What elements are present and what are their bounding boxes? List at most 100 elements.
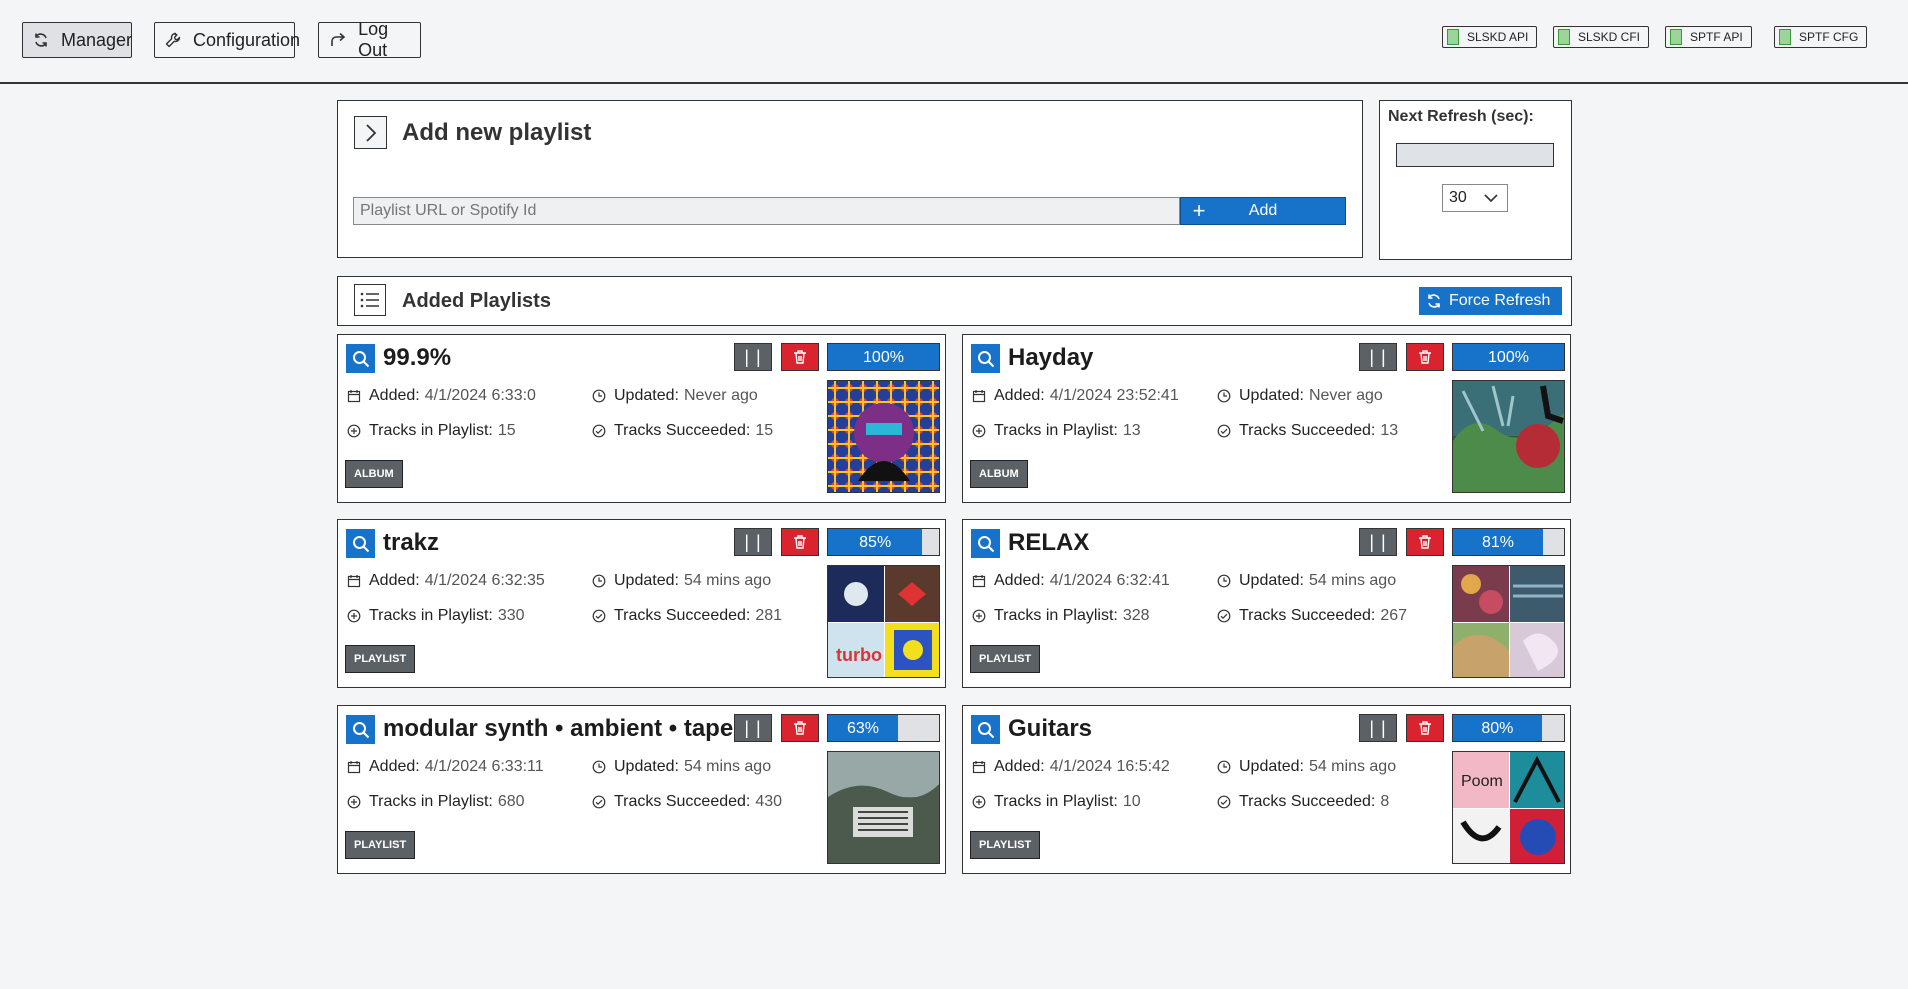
plus-circle-icon xyxy=(347,609,361,623)
tracks-meta: Tracks in Playlist: 330 xyxy=(347,607,525,625)
playlist-url-input[interactable] xyxy=(353,197,1180,225)
logout-button[interactable]: Log Out xyxy=(318,19,421,60)
trash-icon xyxy=(794,721,806,735)
status-sptf-api: SPTF API xyxy=(1665,26,1752,48)
progress-bar: 100% xyxy=(827,343,940,371)
check-circle-icon xyxy=(1217,795,1231,809)
updated-value: Never ago xyxy=(683,387,758,404)
ok-icon xyxy=(1670,29,1682,45)
refresh-progress-bar xyxy=(1396,143,1554,167)
updated-meta: Updated: Never ago xyxy=(1217,387,1383,405)
trash-icon xyxy=(1419,721,1431,735)
top-bar: Manager Configuration Log Out SLSKD API … xyxy=(0,0,1908,84)
check-circle-icon xyxy=(592,424,606,438)
added-meta: Added: 4/1/2024 6:33:0 xyxy=(347,387,536,405)
pause-button[interactable]: | | xyxy=(1359,714,1397,742)
updated-value: Never ago xyxy=(1308,387,1383,404)
ok-icon xyxy=(1779,29,1791,45)
search-button[interactable] xyxy=(346,715,375,744)
playlist-title: modular synth • ambient • tape xyxy=(383,715,734,742)
succeeded-label: Tracks Succeeded: xyxy=(1239,607,1376,624)
pause-button[interactable]: | | xyxy=(734,343,772,371)
added-meta: Added: 4/1/2024 16:5:42 xyxy=(972,758,1170,776)
search-button[interactable] xyxy=(346,344,375,373)
added-value: 4/1/2024 6:33:11 xyxy=(424,758,544,775)
delete-button[interactable] xyxy=(781,343,819,371)
delete-button[interactable] xyxy=(781,714,819,742)
status-slskd-cfg: SLSKD CFI xyxy=(1553,26,1650,48)
cover-art: turbo xyxy=(827,565,940,678)
ok-icon xyxy=(1447,29,1459,45)
playlist-card: RELAX | | 81% Added: 4/1/2024 6:32:41 Up… xyxy=(962,519,1571,688)
delete-button[interactable] xyxy=(1406,343,1444,371)
refresh-interval-select[interactable]: 30 xyxy=(1442,184,1508,212)
progress-bar: 80% xyxy=(1452,714,1565,742)
tracks-meta: Tracks in Playlist: 680 xyxy=(347,793,525,811)
progress-bar: 63% xyxy=(827,714,940,742)
cover-art: Poom xyxy=(1452,751,1565,864)
tracks-label: Tracks in Playlist: xyxy=(994,607,1118,624)
added-label: Added: xyxy=(994,758,1045,775)
plus-icon: + xyxy=(1192,198,1206,223)
delete-button[interactable] xyxy=(1406,528,1444,556)
clock-icon xyxy=(592,574,606,588)
plus-circle-icon xyxy=(347,795,361,809)
updated-meta: Updated: Never ago xyxy=(592,387,758,405)
succeeded-label: Tracks Succeeded: xyxy=(614,793,751,810)
pause-button[interactable]: | | xyxy=(1359,528,1397,556)
ok-icon xyxy=(1558,29,1570,45)
manager-button[interactable]: Manager xyxy=(22,22,132,58)
pause-button[interactable]: | | xyxy=(734,714,772,742)
succeeded-label: Tracks Succeeded: xyxy=(614,422,751,439)
status-label: SPTF CFG xyxy=(1799,30,1859,44)
added-value: 4/1/2024 6:32:41 xyxy=(1049,572,1170,589)
trash-icon xyxy=(1419,535,1431,549)
updated-label: Updated: xyxy=(614,572,679,589)
pause-button[interactable]: | | xyxy=(734,528,772,556)
tracks-label: Tracks in Playlist: xyxy=(369,607,493,624)
expand-button[interactable] xyxy=(354,116,387,149)
add-label: Add xyxy=(1248,202,1278,219)
tracks-value: 10 xyxy=(1122,793,1141,810)
pause-icon: | | xyxy=(1369,717,1387,738)
add-playlist-button[interactable]: + Add xyxy=(1180,197,1346,225)
trash-icon xyxy=(1419,350,1431,364)
tracks-value: 330 xyxy=(497,607,525,624)
search-button[interactable] xyxy=(971,344,1000,373)
svg-text:turbo: turbo xyxy=(836,645,882,665)
plus-circle-icon xyxy=(972,795,986,809)
added-label: Added: xyxy=(369,572,420,589)
progress-bar: 81% xyxy=(1452,528,1565,556)
tracks-value: 328 xyxy=(1122,607,1150,624)
trash-icon xyxy=(794,535,806,549)
pause-button[interactable]: | | xyxy=(1359,343,1397,371)
chevron-down-icon xyxy=(1484,194,1498,203)
type-badge: PLAYLIST xyxy=(345,831,416,859)
force-refresh-button[interactable]: Force Refresh xyxy=(1419,287,1562,315)
search-button[interactable] xyxy=(971,529,1000,558)
succeeded-value: 8 xyxy=(1380,793,1390,810)
search-button[interactable] xyxy=(346,529,375,558)
svg-text:Poom: Poom xyxy=(1461,773,1503,790)
calendar-icon xyxy=(347,574,361,588)
search-button[interactable] xyxy=(971,715,1000,744)
added-value: 4/1/2024 6:33:0 xyxy=(424,387,536,404)
logout-label: Log Out xyxy=(358,19,389,60)
chevron-right-icon xyxy=(365,123,376,142)
pause-icon: | | xyxy=(1369,531,1387,552)
added-meta: Added: 4/1/2024 23:52:41 xyxy=(972,387,1179,405)
updated-label: Updated: xyxy=(614,387,679,404)
list-icon xyxy=(354,284,386,316)
manager-label: Manager xyxy=(61,29,133,50)
clock-icon xyxy=(1217,760,1231,774)
delete-button[interactable] xyxy=(1406,714,1444,742)
configuration-button[interactable]: Configuration xyxy=(154,22,300,58)
cover-art xyxy=(827,380,940,493)
calendar-icon xyxy=(972,760,986,774)
delete-button[interactable] xyxy=(781,528,819,556)
progress-label: 85% xyxy=(859,534,892,551)
succeeded-value: 267 xyxy=(1380,607,1408,624)
check-circle-icon xyxy=(592,795,606,809)
refresh-interval-value: 30 xyxy=(1449,189,1467,206)
added-value: 4/1/2024 16:5:42 xyxy=(1049,758,1170,775)
